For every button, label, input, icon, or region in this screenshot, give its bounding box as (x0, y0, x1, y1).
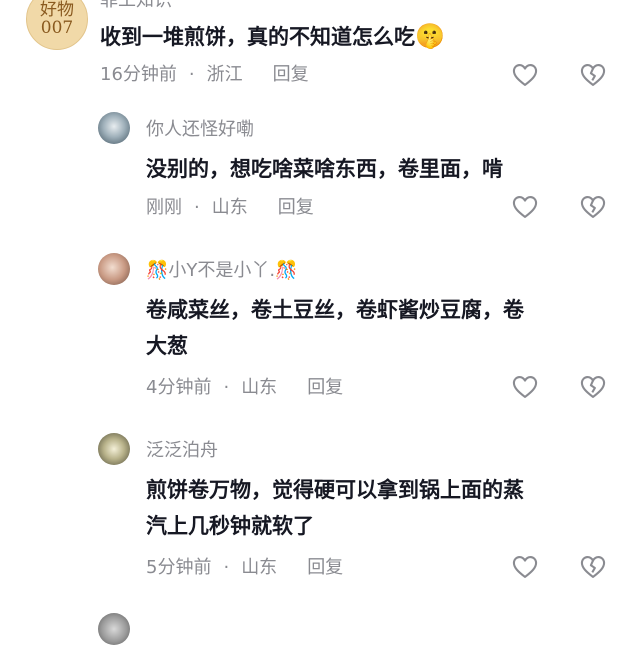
dislike-button[interactable] (578, 552, 608, 582)
reply-button[interactable]: 回复 (307, 557, 343, 579)
comment-text-line: 煎饼卷万物，觉得硬可以拿到锅上面的蒸 (146, 478, 524, 502)
separator-dot: · (223, 377, 230, 398)
comment-location: 山东 (241, 557, 278, 578)
comment-text-line: 卷咸菜丝，卷土豆丝，卷虾酱炒豆腐，卷 (146, 298, 524, 322)
comment-username[interactable]: 泛泛泊舟 (146, 440, 218, 462)
comment-meta: 刚刚 · 山东 回复 (146, 197, 314, 219)
comment-meta: 4分钟前 · 山东 回复 (146, 377, 343, 399)
reply-button[interactable]: 回复 (273, 64, 309, 86)
separator-dot: · (194, 197, 200, 218)
dislike-button[interactable] (578, 192, 608, 222)
comment-time: 5分钟前 (146, 557, 212, 578)
avatar[interactable]: 好物 007 (26, 0, 88, 50)
heart-icon (512, 64, 538, 86)
like-button[interactable] (510, 552, 540, 582)
comment-meta: 16分钟前 · 浙江 回复 (100, 64, 309, 86)
avatar[interactable] (98, 613, 130, 645)
like-button[interactable] (510, 372, 540, 402)
comment-time: 4分钟前 (146, 377, 212, 398)
confetti-icon: 🎊 (275, 260, 298, 281)
avatar-number: 007 (40, 18, 74, 38)
comment-username[interactable]: 你人还怪好嘞 (146, 119, 254, 141)
comment-time: 刚刚 (146, 197, 182, 218)
avatar[interactable] (98, 253, 130, 285)
comment-text-line: 汽上几秒钟就软了 (146, 514, 314, 538)
heart-icon (512, 556, 538, 578)
confetti-icon: 🎊 (146, 260, 169, 281)
avatar-text: 好物 (40, 0, 74, 20)
broken-heart-icon (580, 556, 606, 578)
like-button[interactable] (510, 192, 540, 222)
comment-text: 没别的，想吃啥菜啥东西，卷里面，啃 (146, 151, 503, 187)
heart-icon (512, 196, 538, 218)
reply-button[interactable]: 回复 (307, 377, 343, 399)
comment-meta: 5分钟前 · 山东 回复 (146, 557, 343, 579)
username-text: 小Y不是小丫. (168, 260, 276, 281)
comment-text-body: 收到一堆煎饼，真的不知道怎么吃 (100, 25, 415, 49)
dislike-button[interactable] (578, 60, 608, 90)
reply-button[interactable]: 回复 (278, 197, 314, 219)
comment-text: 收到一堆煎饼，真的不知道怎么吃🤫 (100, 18, 445, 55)
comment-text: 卷咸菜丝，卷土豆丝，卷虾酱炒豆腐，卷 大葱 (146, 292, 524, 364)
comment-text-line: 大葱 (146, 334, 188, 358)
heart-icon (512, 376, 538, 398)
separator-dot: · (188, 64, 195, 85)
broken-heart-icon (580, 64, 606, 86)
comment-location: 山东 (211, 197, 248, 218)
comment-username[interactable]: 菲工知识 (100, 0, 172, 12)
comment-location: 浙江 (206, 64, 243, 85)
avatar[interactable] (98, 433, 130, 465)
broken-heart-icon (580, 196, 606, 218)
dislike-button[interactable] (578, 372, 608, 402)
comment-username[interactable]: 🎊小Y不是小丫.🎊 (146, 260, 298, 282)
separator-dot: · (223, 557, 230, 578)
like-button[interactable] (510, 60, 540, 90)
comment-location: 山东 (241, 377, 278, 398)
comment-text-line: 没别的，想吃啥菜啥东西，卷里面，啃 (146, 157, 503, 181)
comment-text: 煎饼卷万物，觉得硬可以拿到锅上面的蒸 汽上几秒钟就软了 (146, 472, 524, 544)
avatar[interactable] (98, 112, 130, 144)
broken-heart-icon (580, 376, 606, 398)
comment-time: 16分钟前 (100, 64, 177, 85)
shush-emoji-icon: 🤫 (415, 22, 445, 50)
